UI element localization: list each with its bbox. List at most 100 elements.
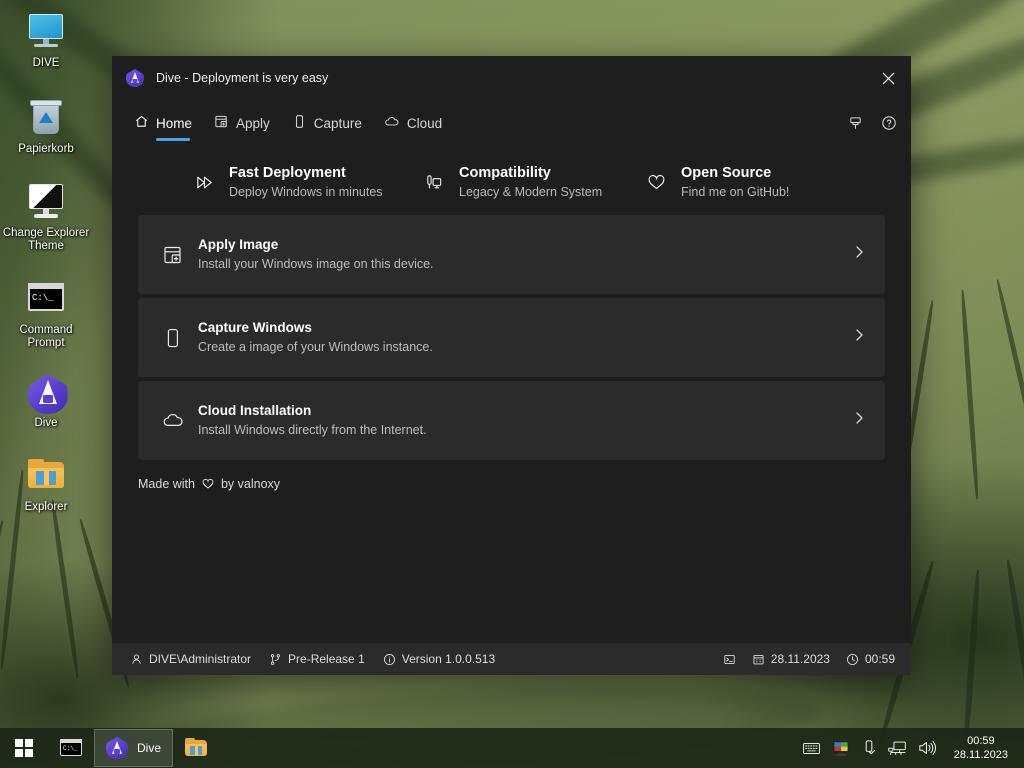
command-prompt-icon: C:\_ <box>23 277 69 321</box>
feature-compatibility: Compatibility Legacy & Modern System <box>424 164 646 201</box>
tab-capture[interactable]: Capture <box>292 100 362 146</box>
dive-logo-icon <box>126 69 144 87</box>
tab-apply[interactable]: Apply <box>214 100 270 146</box>
chevron-right-icon[interactable] <box>851 410 867 431</box>
keyboard-icon[interactable] <box>802 742 820 755</box>
card-subtitle: Install your Windows image on this devic… <box>198 257 434 271</box>
network-icon[interactable] <box>888 741 906 756</box>
statusbar-right: 28.11.2023 00:59 <box>707 652 895 666</box>
heart-icon <box>201 477 215 491</box>
tab-cloud[interactable]: Cloud <box>384 100 442 146</box>
monitor-icon <box>23 10 69 54</box>
status-user: DIVE\Administrator <box>130 652 251 666</box>
taskbar[interactable]: C:\_ Dive 00:59 28.11.2023 <box>0 728 1024 768</box>
navbar-right-actions <box>848 115 897 131</box>
desktop-icon-dive-monitor[interactable]: DIVE <box>0 4 92 74</box>
card-capture-windows[interactable]: Capture Windows Create a image of your W… <box>138 298 885 377</box>
clock-time: 00:59 <box>967 735 995 747</box>
desktop-icon-label: Explorer <box>24 501 68 513</box>
clock-icon <box>846 653 859 666</box>
card-apply-image[interactable]: Apply Image Install your Windows image o… <box>138 215 885 294</box>
close-button[interactable] <box>865 56 911 100</box>
info-icon <box>383 653 396 666</box>
taskbar-button-label: Dive <box>137 741 162 755</box>
recycle-bin-icon <box>23 96 69 140</box>
taskbar-button-dive[interactable]: Dive <box>94 729 174 767</box>
status-version: Version 1.0.0.513 <box>383 652 495 666</box>
feature-subtitle: Find me on GitHub! <box>681 185 790 199</box>
dive-logo-icon <box>27 374 68 414</box>
capture-device-icon <box>162 327 198 349</box>
window-statusbar: DIVE\Administrator Pre-Release 1 Version… <box>112 643 911 675</box>
clock-date: 28.11.2023 <box>953 749 1008 761</box>
usb-eject-icon[interactable] <box>862 740 876 756</box>
window-navbar[interactable]: Home Apply Capture Cloud <box>112 100 911 146</box>
close-icon <box>882 72 894 84</box>
feature-fast-deployment: Fast Deployment Deploy Windows in minute… <box>138 164 424 201</box>
command-prompt-icon: C:\_ <box>60 737 82 759</box>
card-cloud-installation[interactable]: Cloud Installation Install Windows direc… <box>138 381 885 460</box>
capture-device-icon <box>292 114 307 132</box>
desktop-icon-label: DIVE <box>32 57 60 69</box>
tab-home[interactable]: Home <box>134 100 192 146</box>
feature-title: Open Source <box>681 165 772 181</box>
apply-image-icon <box>214 114 229 132</box>
desktop[interactable]: DIVE Papierkorb Change Explorer Theme C:… <box>0 0 1024 768</box>
wallpaper-needle <box>995 278 1024 495</box>
card-title: Apply Image <box>198 237 279 252</box>
tab-label: Capture <box>313 115 362 131</box>
desktop-icon-dive[interactable]: Dive <box>0 368 92 434</box>
window-title: Dive - Deployment is very easy <box>156 71 329 85</box>
dive-logo-icon <box>106 737 128 759</box>
theme-brush-icon[interactable] <box>848 116 863 131</box>
color-monitor-icon[interactable] <box>832 740 850 756</box>
tab-label: Apply <box>236 115 270 131</box>
window-content: Fast Deployment Deploy Windows in minute… <box>112 146 911 643</box>
feature-subtitle: Legacy & Modern System <box>459 185 603 199</box>
status-date: 28.11.2023 <box>752 652 830 666</box>
fast-forward-icon <box>194 172 215 193</box>
card-subtitle: Install Windows directly from the Intern… <box>198 423 427 437</box>
feature-title: Compatibility <box>459 165 551 181</box>
system-tray[interactable]: 00:59 28.11.2023 <box>802 734 1024 762</box>
theme-monitor-icon <box>23 180 69 224</box>
folder-icon <box>185 737 208 759</box>
desktop-icon-label: Papierkorb <box>18 143 74 155</box>
card-subtitle: Create a image of your Windows instance. <box>198 340 433 354</box>
wallpaper-needle <box>1005 559 1024 748</box>
help-icon[interactable] <box>881 115 897 131</box>
desktop-icon-label: Change Explorer Theme <box>2 227 90 252</box>
taskbar-button-command-prompt[interactable]: C:\_ <box>48 728 94 768</box>
taskbar-button-explorer[interactable] <box>173 728 219 768</box>
feature-subtitle: Deploy Windows in minutes <box>229 185 383 199</box>
wallpaper-needle <box>50 499 81 679</box>
status-branch: Pre-Release 1 <box>269 652 365 666</box>
user-icon <box>130 653 143 666</box>
desktop-icon-recycle-bin[interactable]: Papierkorb <box>0 90 92 160</box>
feature-row: Fast Deployment Deploy Windows in minute… <box>138 146 885 215</box>
volume-icon[interactable] <box>918 740 936 756</box>
terminal-icon <box>723 653 736 666</box>
desktop-icon-explorer[interactable]: Explorer <box>0 448 92 518</box>
card-title: Cloud Installation <box>198 403 312 418</box>
desktop-icon-change-explorer-theme[interactable]: Change Explorer Theme <box>0 174 92 257</box>
chevron-right-icon[interactable] <box>851 244 867 265</box>
wallpaper-needle <box>960 289 980 500</box>
folder-icon <box>23 454 69 498</box>
status-terminal[interactable] <box>723 653 736 666</box>
window-titlebar[interactable]: Dive - Deployment is very easy <box>112 56 911 100</box>
windows-logo-icon <box>15 739 33 757</box>
made-with-suffix: by valnoxy <box>220 477 281 491</box>
desktop-icon-label: Command Prompt <box>19 324 73 349</box>
desktop-icon-list: DIVE Papierkorb Change Explorer Theme C:… <box>0 0 92 524</box>
status-date-label: 28.11.2023 <box>770 652 830 666</box>
chevron-right-icon[interactable] <box>851 327 867 348</box>
tab-label: Home <box>156 115 193 131</box>
desktop-icon-command-prompt[interactable]: C:\_ Command Prompt <box>0 271 92 354</box>
made-with-prefix: Made with <box>138 477 195 491</box>
tab-label: Cloud <box>406 115 443 131</box>
branch-icon <box>269 653 282 666</box>
taskbar-clock[interactable]: 00:59 28.11.2023 <box>948 734 1014 762</box>
dive-app-window[interactable]: Dive - Deployment is very easy Home Appl… <box>112 56 911 675</box>
start-button[interactable] <box>0 728 48 768</box>
